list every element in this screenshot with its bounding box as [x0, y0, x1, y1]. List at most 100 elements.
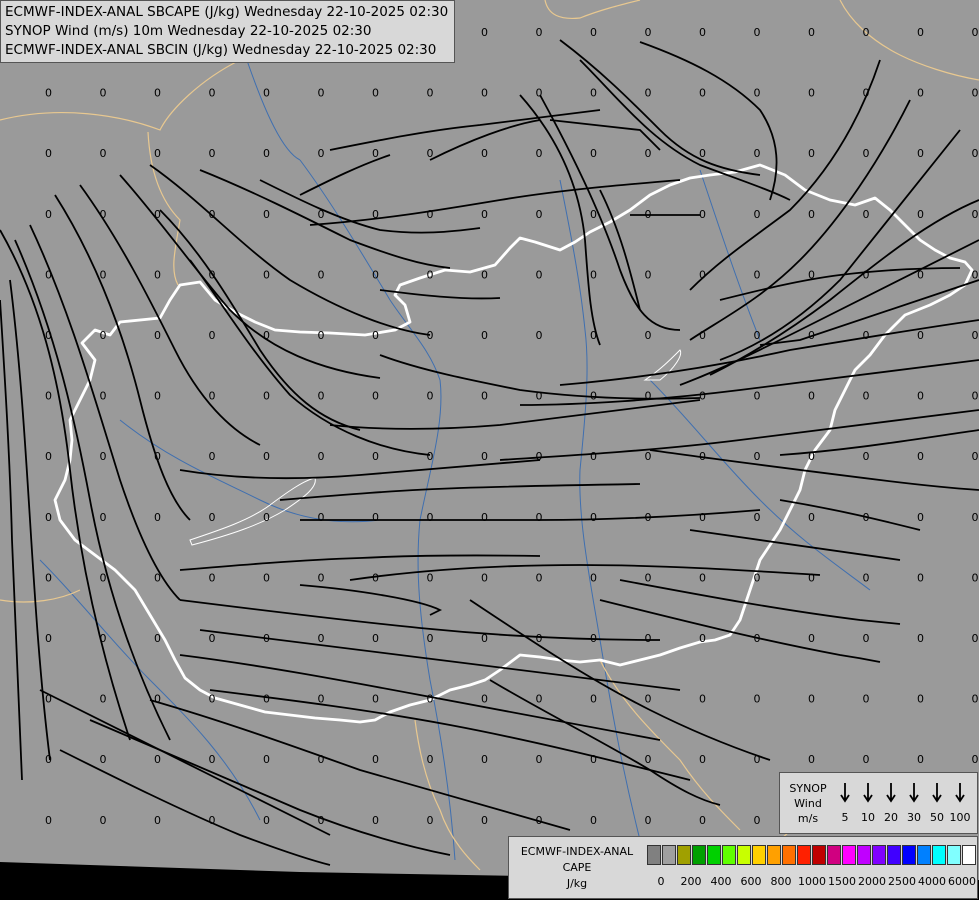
cin-value: 0: [318, 693, 325, 706]
cin-value: 0: [808, 753, 815, 766]
map-title-box: ECMWF-INDEX-ANAL SBCAPE (J/kg) Wednesday…: [0, 0, 456, 63]
cin-value: 0: [318, 814, 325, 827]
cin-value: 0: [263, 814, 270, 827]
cin-value: 0: [754, 390, 761, 403]
cin-value: 0: [863, 147, 870, 160]
cin-value: 0: [863, 390, 870, 403]
cin-value: 0: [209, 329, 216, 342]
cin-value: 0: [481, 87, 488, 100]
cin-value: 0: [154, 571, 161, 584]
cin-value: 0: [754, 208, 761, 221]
cin-value: 0: [808, 26, 815, 39]
cin-value: 0: [808, 390, 815, 403]
cin-value: 0: [590, 268, 597, 281]
wind-value-10: 10: [861, 811, 875, 824]
cin-value: 0: [100, 268, 107, 281]
cin-value: 0: [481, 26, 488, 39]
cin-value: 0: [754, 814, 761, 827]
cin-value: 0: [699, 268, 706, 281]
cin-value: 0: [645, 632, 652, 645]
cin-value: 0: [318, 390, 325, 403]
cin-value: 0: [318, 208, 325, 221]
cin-value: 0: [536, 753, 543, 766]
cin-value: 0: [972, 450, 979, 463]
cin-value: 0: [481, 814, 488, 827]
wind-value-5: 5: [841, 811, 849, 824]
cin-value: 0: [427, 87, 434, 100]
cape-color-swatch: [812, 845, 826, 865]
cin-value: 0: [590, 571, 597, 584]
cin-value: 0: [590, 390, 597, 403]
cin-value: 0: [917, 511, 924, 524]
cin-value: 0: [590, 511, 597, 524]
cin-value: 0: [100, 632, 107, 645]
cape-color-swatch: [647, 845, 661, 865]
cin-value: 0: [372, 208, 379, 221]
wind-value-50: 50: [930, 811, 944, 824]
cin-value: 0: [917, 390, 924, 403]
cin-value: 0: [263, 329, 270, 342]
cin-value: 0: [645, 26, 652, 39]
cin-value: 0: [917, 147, 924, 160]
cin-value: 0: [645, 511, 652, 524]
cin-value: 0: [100, 511, 107, 524]
cape-color-swatch: [827, 845, 841, 865]
cin-value: 0: [209, 450, 216, 463]
cin-value: 0: [917, 26, 924, 39]
cin-value: 0: [481, 693, 488, 706]
wind-legend: SYNOP Wind m/s 5 10 20 30 50 100: [779, 772, 978, 834]
cin-value: 0: [972, 208, 979, 221]
cin-value: 0: [318, 571, 325, 584]
cin-value: 0: [972, 632, 979, 645]
cin-value: 0: [427, 329, 434, 342]
wind-arrow-icons: [840, 783, 965, 803]
cape-legend-subtitle: CAPE: [562, 861, 592, 874]
cin-value: 0: [536, 693, 543, 706]
cin-value: 0: [536, 329, 543, 342]
cin-value: 0: [45, 208, 52, 221]
cin-value: 0: [100, 87, 107, 100]
cin-value: 0: [917, 693, 924, 706]
cin-value: 0: [318, 329, 325, 342]
cape-legend: ECMWF-INDEX-ANAL CAPE J/kg 0 200 400 600…: [508, 836, 978, 899]
cin-value: 0: [481, 147, 488, 160]
cin-value: 0: [372, 450, 379, 463]
title-line-wind: SYNOP Wind (m/s) 10m Wednesday 22-10-202…: [5, 23, 372, 39]
cin-value: 0: [45, 571, 52, 584]
cin-value: 0: [481, 511, 488, 524]
cin-value: 0: [154, 753, 161, 766]
cin-value: 0: [536, 268, 543, 281]
cin-value: 0: [209, 268, 216, 281]
cin-value: 0: [209, 632, 216, 645]
cin-value: 0: [754, 26, 761, 39]
cin-value: 0: [45, 450, 52, 463]
cin-value: 0: [972, 268, 979, 281]
cin-value: 0: [100, 571, 107, 584]
cin-value: 0: [154, 390, 161, 403]
cin-value: 0: [972, 390, 979, 403]
cin-value: 0: [372, 147, 379, 160]
cin-value: 0: [318, 147, 325, 160]
cin-value: 0: [699, 147, 706, 160]
cin-value: 0: [808, 632, 815, 645]
cin-value: 0: [754, 632, 761, 645]
cin-value: 0: [481, 753, 488, 766]
wind-value-20: 20: [884, 811, 898, 824]
cin-value: 0: [263, 147, 270, 160]
cin-value: 0: [318, 632, 325, 645]
cin-value: 0: [263, 268, 270, 281]
cin-value: 0: [645, 753, 652, 766]
cin-value: 0: [263, 87, 270, 100]
cin-value: 0: [699, 571, 706, 584]
cin-value: 0: [590, 632, 597, 645]
cin-value: 0: [209, 208, 216, 221]
cape-color-swatch: [767, 845, 781, 865]
cin-value: 0: [863, 329, 870, 342]
cin-value: 0: [263, 693, 270, 706]
cin-value: 0: [536, 390, 543, 403]
cin-value: 0: [754, 753, 761, 766]
cin-value: 0: [209, 87, 216, 100]
cin-value: 0: [481, 390, 488, 403]
cin-value: 0: [372, 693, 379, 706]
cin-value: 0: [100, 450, 107, 463]
